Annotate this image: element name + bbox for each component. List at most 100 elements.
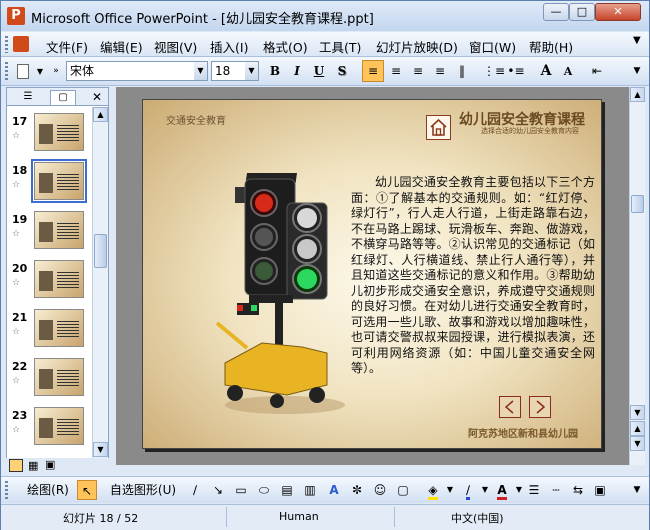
slide-thumbnail-image[interactable] <box>34 113 84 151</box>
previous-slide-icon[interactable] <box>499 396 521 418</box>
columns-icon[interactable]: ‖ <box>452 60 472 82</box>
menu-window[interactable]: 窗口(W) <box>469 37 516 56</box>
menu-tools[interactable]: 工具(T) <box>319 37 361 56</box>
slide-header-text[interactable]: 交通安全教育 <box>166 112 226 127</box>
powerpoint-app-icon[interactable]: P <box>7 7 25 25</box>
line-style-icon[interactable]: ☰ <box>525 480 543 500</box>
increase-font-size-icon[interactable]: A <box>536 60 556 82</box>
standard-toolbar-options-icon[interactable]: » <box>48 60 64 82</box>
align-right-icon[interactable]: ≡ <box>408 60 428 82</box>
close-button[interactable]: ✕ <box>595 3 641 21</box>
autoshapes-menu-button[interactable]: 自选图形(U) <box>104 480 182 500</box>
bold-button[interactable]: B <box>265 60 285 82</box>
underline-button[interactable]: U <box>309 60 329 82</box>
current-slide[interactable]: 交通安全教育 幼儿园安全教育课程 选择合适的幼儿园安全教育内容 幼儿园交通安全教… <box>142 99 602 449</box>
slide-sorter-view-icon[interactable]: ▦ <box>28 459 38 472</box>
menu-slideshow[interactable]: 幻灯片放映(D) <box>376 37 458 56</box>
slide-thumbnail-image[interactable] <box>34 358 84 396</box>
outline-tab-icon[interactable]: ☰ <box>15 90 41 105</box>
oval-tool-icon[interactable]: ⬭ <box>255 480 273 500</box>
draw-menu-button[interactable]: 绘图(R) <box>19 480 77 500</box>
insert-picture-icon[interactable]: ▢ <box>394 480 412 500</box>
shadow-button[interactable]: S <box>332 60 352 82</box>
drawbar-options-icon[interactable]: ▼ <box>629 480 645 500</box>
align-left-icon[interactable]: ≡ <box>362 60 384 82</box>
slide-thumbnail-image[interactable] <box>34 407 84 445</box>
menu-edit[interactable]: 编辑(E) <box>100 37 143 56</box>
scroll-up-icon[interactable]: ▲ <box>630 87 645 102</box>
toolbar-options-icon[interactable]: ▼ <box>629 60 645 82</box>
chevron-down-icon[interactable]: ▼ <box>445 480 455 500</box>
italic-button[interactable]: I <box>287 60 307 82</box>
menu-file[interactable]: 文件(F) <box>46 37 88 56</box>
clipart-icon[interactable]: ☺ <box>371 480 389 500</box>
bullets-icon[interactable]: •≡ <box>506 60 526 82</box>
thumbnail-slide-20[interactable]: 20 ☆ <box>7 259 92 305</box>
arrow-style-icon[interactable]: ⇆ <box>569 480 587 500</box>
next-slide-scroll-icon[interactable]: ▼ <box>630 436 645 451</box>
menu-format[interactable]: 格式(O) <box>263 37 308 56</box>
slide-footer-text[interactable]: 阿克苏地区新和县幼儿园 <box>468 425 578 440</box>
rectangle-tool-icon[interactable]: ▭ <box>232 480 250 500</box>
menubar-options-icon[interactable]: ▼ <box>633 35 641 46</box>
scroll-up-icon[interactable]: ▲ <box>93 107 108 122</box>
normal-view-icon[interactable] <box>9 459 23 472</box>
thumbnail-slide-17[interactable]: 17 ☆ <box>7 112 92 158</box>
horizontal-scrollbar[interactable] <box>116 465 629 475</box>
line-tool-icon[interactable]: ∕ <box>186 480 204 500</box>
slide-thumbnail-image[interactable] <box>34 260 84 298</box>
slide-subtitle[interactable]: 选择合适的幼儿园安全教育内容 <box>481 126 579 136</box>
chevron-down-icon[interactable]: ▼ <box>514 480 524 500</box>
slide-scrollbar[interactable]: ▲ ▼ ▲ ▼ <box>629 87 645 465</box>
align-center-icon[interactable]: ≡ <box>386 60 406 82</box>
document-icon[interactable] <box>13 36 29 52</box>
diagram-icon[interactable]: ✼ <box>348 480 366 500</box>
decrease-indent-icon[interactable]: ⇤ <box>587 60 607 82</box>
menubar-grip[interactable] <box>5 36 8 53</box>
close-pane-icon[interactable]: ✕ <box>89 90 105 105</box>
distributed-text-icon[interactable]: ≡ <box>431 60 449 82</box>
thumbnail-slide-21[interactable]: 21 ☆ <box>7 308 92 354</box>
vertical-textbox-icon[interactable]: ▥ <box>301 480 319 500</box>
thumbnail-slide-19[interactable]: 19 ☆ <box>7 210 92 256</box>
line-color-icon[interactable]: ∕ <box>457 480 479 500</box>
font-color-icon[interactable]: A <box>491 480 513 500</box>
wordart-icon[interactable]: A <box>325 480 343 500</box>
scroll-down-icon[interactable]: ▼ <box>630 405 645 420</box>
new-document-icon[interactable] <box>13 60 33 82</box>
menu-insert[interactable]: 插入(I) <box>210 37 248 56</box>
slideshow-view-icon[interactable]: ▣ <box>45 458 55 471</box>
new-document-dropdown-icon[interactable]: ▼ <box>35 60 45 82</box>
next-slide-icon[interactable] <box>529 396 551 418</box>
select-pointer-icon[interactable]: ↖ <box>77 480 97 500</box>
slide-body-text[interactable]: 幼儿园交通安全教育主要包括以下三个方面：①了解基本的交通规则。如：“红灯停、绿灯… <box>351 175 595 377</box>
slide-thumbnail-image[interactable] <box>34 309 84 347</box>
decrease-font-size-icon[interactable]: A <box>558 60 578 82</box>
numbering-icon[interactable]: ⋮≡ <box>483 60 505 82</box>
font-name-select[interactable]: 宋体 ▼ <box>66 61 208 81</box>
thumbnails-scrollbar[interactable]: ▲ ▼ <box>92 107 108 458</box>
home-icon[interactable] <box>426 115 451 140</box>
scroll-down-icon[interactable]: ▼ <box>93 442 108 457</box>
menu-help[interactable]: 帮助(H) <box>529 37 573 56</box>
traffic-light-image[interactable] <box>207 173 357 418</box>
drawbar-grip[interactable] <box>5 481 8 500</box>
arrow-tool-icon[interactable]: ↘ <box>209 480 227 500</box>
fill-color-icon[interactable]: ◈ <box>422 480 444 500</box>
thumbnail-slide-18[interactable]: 18 ☆ <box>7 159 92 207</box>
minimize-button[interactable]: — <box>543 3 569 21</box>
previous-slide-scroll-icon[interactable]: ▲ <box>630 421 645 436</box>
scrollbar-thumb[interactable] <box>631 195 644 213</box>
textbox-tool-icon[interactable]: ▤ <box>278 480 296 500</box>
chevron-down-icon[interactable]: ▼ <box>245 62 258 80</box>
menu-view[interactable]: 视图(V) <box>154 37 197 56</box>
thumbnail-slide-22[interactable]: 22 ☆ <box>7 357 92 403</box>
thumbnail-slide-23[interactable]: 23 ☆ <box>7 406 92 452</box>
slides-tab-icon[interactable]: ▢ <box>50 90 76 105</box>
scrollbar-thumb[interactable] <box>94 234 107 268</box>
maximize-button[interactable]: □ <box>569 3 595 21</box>
toolbar-grip[interactable] <box>5 62 8 81</box>
dash-style-icon[interactable]: ┄ <box>547 480 565 500</box>
font-size-select[interactable]: 18 ▼ <box>211 61 259 81</box>
chevron-down-icon[interactable]: ▼ <box>194 62 207 80</box>
